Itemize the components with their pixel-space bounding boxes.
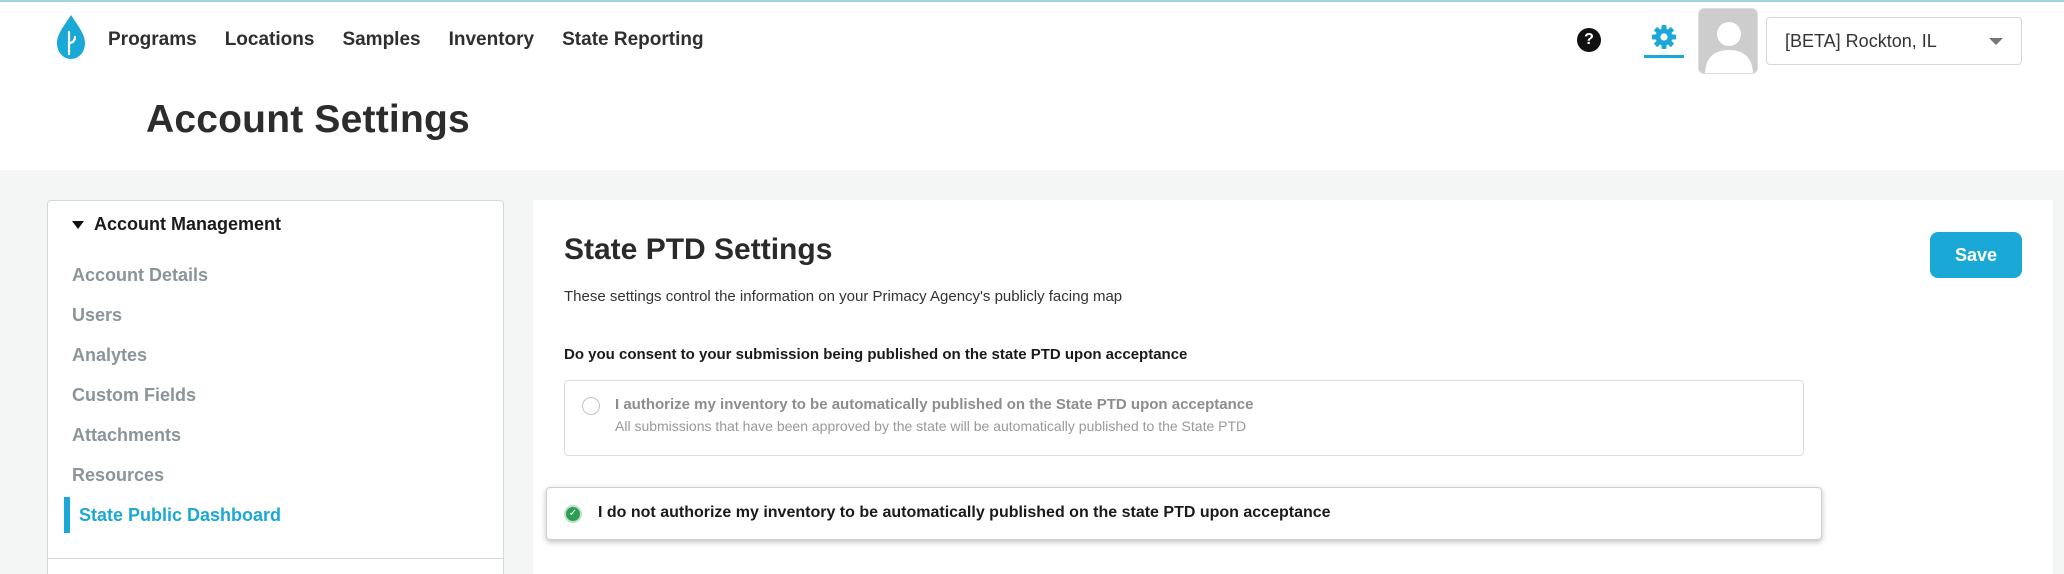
top-header: Programs Locations Samples Inventory Sta… [0,2,2064,170]
sidebar-item-users[interactable]: Users [48,301,503,341]
sidebar-item-resources[interactable]: Resources [48,461,503,501]
section-description: These settings control the information o… [564,288,1123,305]
gear-icon [1652,25,1676,49]
help-icon[interactable]: ? [1577,28,1601,52]
user-avatar-icon [1699,9,1757,73]
section-title: Account Management [94,214,282,234]
nav-programs[interactable]: Programs [108,26,197,54]
caret-down-icon [1989,38,2003,45]
consent-option-do-not-authorize[interactable]: ✓ I do not authorize my inventory to be … [546,487,1822,540]
settings-panel: State PTD Settings These settings contro… [533,200,2053,574]
main-nav: Programs Locations Samples Inventory Sta… [108,26,732,54]
consent-option-authorize[interactable]: I authorize my inventory to be automatic… [564,380,1804,456]
nav-locations[interactable]: Locations [225,26,315,54]
settings-sidebar: Account Management Account Details Users… [47,200,504,574]
sidebar-divider [48,558,503,559]
nav-inventory[interactable]: Inventory [449,26,535,54]
sidebar-item-analytes[interactable]: Analytes [48,341,503,381]
nav-state-reporting[interactable]: State Reporting [562,26,703,54]
radio-selected-check-icon[interactable]: ✓ [564,505,582,523]
settings-button[interactable] [1643,22,1685,60]
option-subtitle: All submissions that have been approved … [615,418,1247,434]
location-select[interactable]: [BETA] Rockton, IL [1766,17,2022,65]
triangle-down-icon [72,220,84,229]
consent-question: Do you consent to your submission being … [564,346,1188,363]
water-drop-logo-icon[interactable] [54,14,88,60]
nav-samples[interactable]: Samples [342,26,420,54]
save-button[interactable]: Save [1930,232,2022,278]
page-title: Account Settings [146,98,470,141]
sidebar-item-attachments[interactable]: Attachments [48,421,503,461]
sidebar-item-state-public-dashboard[interactable]: State Public Dashboard [48,497,503,541]
account-management-toggle[interactable]: Account Management [72,214,281,235]
location-select-value: [BETA] Rockton, IL [1785,31,1937,51]
option-title: I authorize my inventory to be automatic… [615,396,1254,413]
active-indicator [1644,55,1684,58]
sidebar-item-account-details[interactable]: Account Details [48,261,503,301]
section-heading: State PTD Settings [564,233,833,266]
user-avatar[interactable] [1698,8,1758,74]
radio-unselected-icon[interactable] [582,397,600,415]
sidebar-item-custom-fields[interactable]: Custom Fields [48,381,503,421]
sidebar-menu: Account Details Users Analytes Custom Fi… [48,261,503,541]
option-title: I do not authorize my inventory to be au… [598,504,1331,521]
